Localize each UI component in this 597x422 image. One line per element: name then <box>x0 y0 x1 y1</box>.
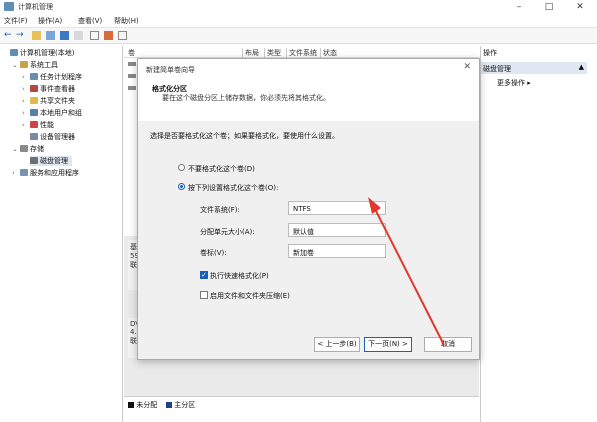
arrow-shaft <box>373 206 445 346</box>
annotation-arrow <box>368 197 445 346</box>
arrow-head <box>368 197 381 214</box>
